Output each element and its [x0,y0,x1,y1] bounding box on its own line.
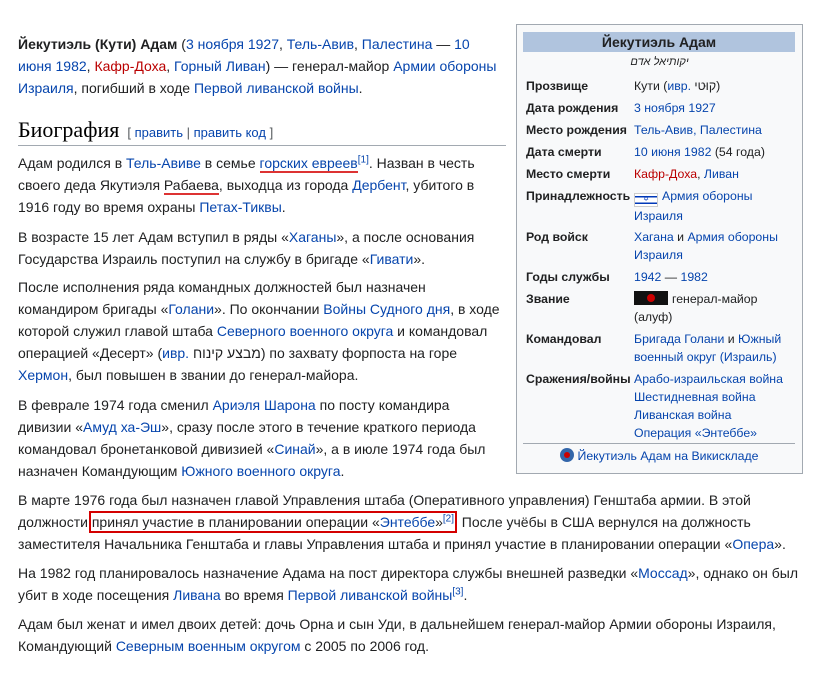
edit-links: [ править | править код ] [127,125,274,140]
link-ib-death-date[interactable]: 10 июня 1982 [634,145,711,159]
link-ib-lebanon[interactable]: Ливан [704,167,739,181]
infobox-native-name: יקותיאל אדם [630,56,689,68]
link-birth-date[interactable]: 3 ноября 1927 [186,36,279,52]
link-tel-aviv[interactable]: Тель-Авиве [126,155,201,171]
link-ib-birth-date[interactable]: 3 ноября 1927 [634,101,716,115]
link-ib-1942[interactable]: 1942 [634,270,661,284]
link-birth-country[interactable]: Палестина [362,36,433,52]
paragraph-7: Адам был женат и имел двоих детей: дочь … [18,616,776,654]
link-northern-command[interactable]: Северного военного округа [217,323,393,339]
link-northern-command-2[interactable]: Северным военным округом [116,638,301,654]
link-givati[interactable]: Гивати [370,251,414,267]
ref-2[interactable]: [2] [443,513,454,524]
link-ib-golani[interactable]: Бригада Голани [634,332,724,346]
infobox-title: Йекутиэль Адам [523,32,795,52]
rank-insignia-icon [634,291,668,305]
link-ib-battle-3[interactable]: Ливанская война [634,406,796,424]
section-heading-biography: Биография [ править | править код ] [18,117,506,146]
ref-3[interactable]: [3] [452,586,463,597]
underlined-rabaev: Рабаева [163,177,219,195]
link-death-region[interactable]: Горный Ливан [174,58,266,74]
link-petah-tikva[interactable]: Петах-Тиквы [199,199,281,215]
link-first-lebanon-war[interactable]: Первой ливанской войны [288,587,453,603]
link-commons[interactable]: Йекутиэль Адам на Викискладе [578,449,759,463]
link-mountain-jews[interactable]: горских евреев [259,155,358,173]
link-birth-city[interactable]: Тель-Авив [287,36,354,52]
paragraph-6: На 1982 год планировалось назначение Ада… [18,565,799,603]
link-hermon[interactable]: Хермон [18,367,68,383]
link-derbent[interactable]: Дербент [352,177,405,193]
link-hebrew[interactable]: ивр. [162,345,189,361]
link-southern-command[interactable]: Южного военного округа [181,463,340,479]
link-ib-hebrew[interactable]: ивр. [667,79,691,93]
link-war[interactable]: Первой ливанской войны [194,80,359,96]
link-ib-battle-4[interactable]: Операция «Энтеббе» [634,424,796,442]
wikimedia-commons-icon [559,448,574,462]
link-yom-kippur-war[interactable]: Войны Судного дня [323,301,450,317]
infobox-commons: Йекутиэль Адам на Викискладе [523,443,795,463]
paragraph-3: После исполнения ряда командных должност… [18,279,500,383]
link-ib-kafr-doha[interactable]: Кафр-Доха [634,167,697,181]
link-ib-battle-1[interactable]: Арабо-израильская война [634,370,796,388]
israel-flag-icon: ✡ [634,193,658,207]
paragraph-2: В возрасте 15 лет Адам вступил в ряды «Х… [18,229,475,267]
link-ib-battle-2[interactable]: Шестидневная война [634,388,796,406]
subject-name: Йекутиэль (Кути) Адам [18,36,178,52]
link-lebanon[interactable]: Ливана [173,587,221,603]
paragraph-1: Адам родился в Тель-Авиве в семье горски… [18,154,475,215]
section-title: Биография [18,117,120,142]
link-death-place[interactable]: Кафр-Доха [94,58,166,74]
infobox: Йекутиэль Адам יקותיאל אדם Прозвище Кути… [516,24,803,474]
link-opera[interactable]: Опера [732,536,774,552]
link-entebbe[interactable]: Энтеббе [380,514,435,530]
link-haganah[interactable]: Хаганы [289,229,337,245]
link-ib-haganah[interactable]: Хагана [634,230,674,244]
link-ib-1982[interactable]: 1982 [681,270,708,284]
link-mossad[interactable]: Моссад [638,565,688,581]
edit-link[interactable]: править [135,125,183,140]
link-ib-birth-place[interactable]: Тель-Авив, Палестина [634,123,762,137]
highlighted-phrase: принял участие в планировании операции «… [88,511,458,533]
intro-paragraph: Йекутиэль (Кути) Адам (3 ноября 1927, Те… [18,36,497,96]
edit-code-link[interactable]: править код [194,125,266,140]
link-amud-haesh[interactable]: Амуд ха-Эш [83,419,161,435]
link-golani[interactable]: Голани [168,301,214,317]
paragraph-4: В феврале 1974 года сменил Ариэля Шарона… [18,397,486,479]
link-ariel-sharon[interactable]: Ариэля Шарона [213,397,316,413]
paragraph-5: В марте 1976 года был назначен главой Уп… [18,492,786,552]
link-sinai[interactable]: Синай [274,441,315,457]
ref-1[interactable]: [1] [358,154,369,165]
